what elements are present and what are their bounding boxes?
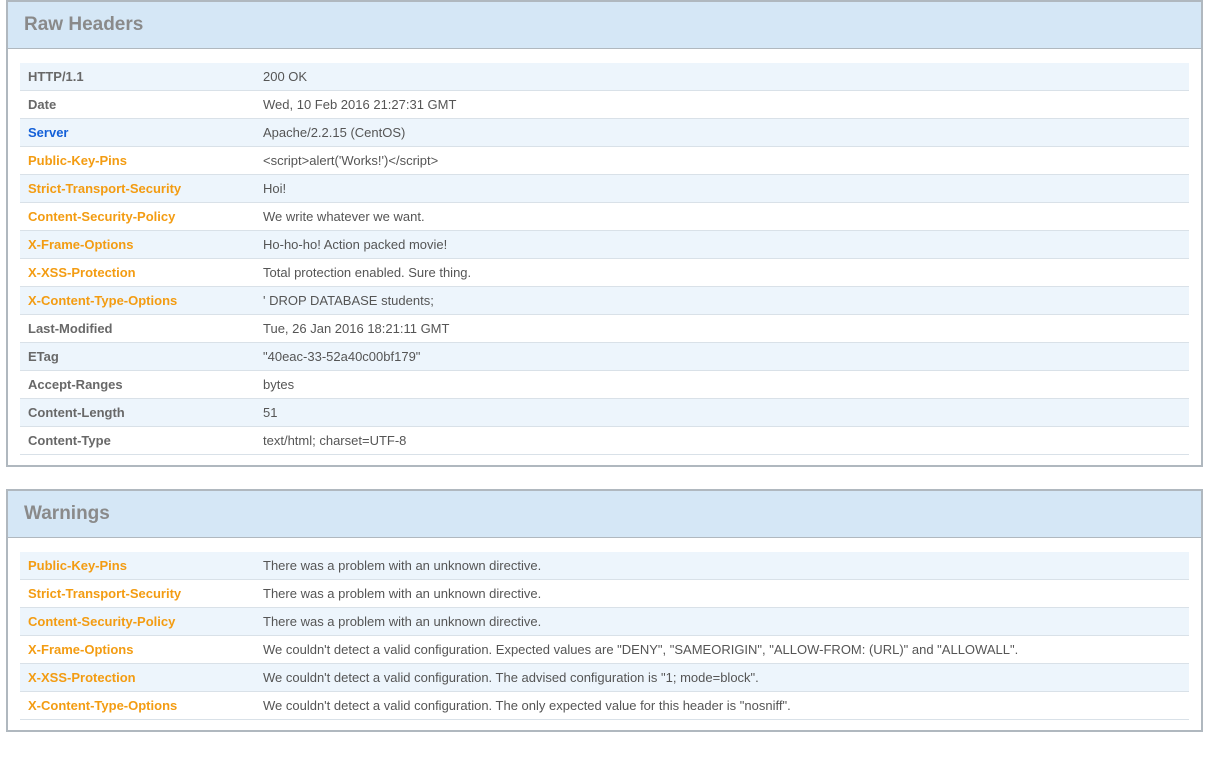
header-value: text/html; charset=UTF-8 xyxy=(255,427,1189,455)
header-value: We couldn't detect a valid configuration… xyxy=(255,664,1189,692)
header-value: Total protection enabled. Sure thing. xyxy=(255,259,1189,287)
header-value: There was a problem with an unknown dire… xyxy=(255,608,1189,636)
raw-headers-panel-body: HTTP/1.1200 OKDateWed, 10 Feb 2016 21:27… xyxy=(8,49,1201,465)
panel-title: Warnings xyxy=(24,503,1185,525)
table-row: ETag"40eac-33-52a40c00bf179" xyxy=(20,343,1189,371)
header-name[interactable]: Strict-Transport-Security xyxy=(20,580,255,608)
warnings-panel: Warnings Public-Key-PinsThere was a prob… xyxy=(6,489,1203,732)
header-value: bytes xyxy=(255,371,1189,399)
header-name: Content-Length xyxy=(20,399,255,427)
panel-title: Raw Headers xyxy=(24,14,1185,36)
table-row: Strict-Transport-SecurityHoi! xyxy=(20,175,1189,203)
raw-headers-panel: Raw Headers HTTP/1.1200 OKDateWed, 10 Fe… xyxy=(6,0,1203,467)
table-row: X-XSS-ProtectionTotal protection enabled… xyxy=(20,259,1189,287)
header-name: Accept-Ranges xyxy=(20,371,255,399)
header-value: <script>alert('Works!')</script> xyxy=(255,147,1189,175)
header-value: "40eac-33-52a40c00bf179" xyxy=(255,343,1189,371)
header-name[interactable]: X-XSS-Protection xyxy=(20,259,255,287)
header-name: Date xyxy=(20,91,255,119)
header-name: Last-Modified xyxy=(20,315,255,343)
raw-headers-panel-header: Raw Headers xyxy=(8,2,1201,49)
header-name[interactable]: X-Frame-Options xyxy=(20,636,255,664)
table-row: Strict-Transport-SecurityThere was a pro… xyxy=(20,580,1189,608)
header-name[interactable]: X-Content-Type-Options xyxy=(20,692,255,720)
header-name[interactable]: X-XSS-Protection xyxy=(20,664,255,692)
header-value: 51 xyxy=(255,399,1189,427)
table-row: Last-ModifiedTue, 26 Jan 2016 18:21:11 G… xyxy=(20,315,1189,343)
header-name[interactable]: Server xyxy=(20,119,255,147)
warnings-panel-body: Public-Key-PinsThere was a problem with … xyxy=(8,538,1201,730)
table-row: Accept-Rangesbytes xyxy=(20,371,1189,399)
header-name: Content-Type xyxy=(20,427,255,455)
table-row: X-Frame-OptionsWe couldn't detect a vali… xyxy=(20,636,1189,664)
table-row: Public-Key-PinsThere was a problem with … xyxy=(20,552,1189,580)
warnings-table: Public-Key-PinsThere was a problem with … xyxy=(20,552,1189,720)
header-name[interactable]: X-Frame-Options xyxy=(20,231,255,259)
header-value: We couldn't detect a valid configuration… xyxy=(255,692,1189,720)
table-row: Content-Length51 xyxy=(20,399,1189,427)
table-row: X-Content-Type-Options' DROP DATABASE st… xyxy=(20,287,1189,315)
table-row: Content-Security-PolicyThere was a probl… xyxy=(20,608,1189,636)
header-name: HTTP/1.1 xyxy=(20,63,255,91)
table-row: Content-Security-PolicyWe write whatever… xyxy=(20,203,1189,231)
table-row: Public-Key-Pins<script>alert('Works!')</… xyxy=(20,147,1189,175)
header-name[interactable]: Strict-Transport-Security xyxy=(20,175,255,203)
header-value: ' DROP DATABASE students; xyxy=(255,287,1189,315)
header-name: ETag xyxy=(20,343,255,371)
raw-headers-table: HTTP/1.1200 OKDateWed, 10 Feb 2016 21:27… xyxy=(20,63,1189,455)
header-value: There was a problem with an unknown dire… xyxy=(255,580,1189,608)
header-name[interactable]: Public-Key-Pins xyxy=(20,552,255,580)
header-value: 200 OK xyxy=(255,63,1189,91)
header-name[interactable]: Content-Security-Policy xyxy=(20,203,255,231)
header-value: Apache/2.2.15 (CentOS) xyxy=(255,119,1189,147)
table-row: X-Frame-OptionsHo-ho-ho! Action packed m… xyxy=(20,231,1189,259)
table-row: Content-Typetext/html; charset=UTF-8 xyxy=(20,427,1189,455)
header-value: There was a problem with an unknown dire… xyxy=(255,552,1189,580)
table-row: ServerApache/2.2.15 (CentOS) xyxy=(20,119,1189,147)
header-name[interactable]: Content-Security-Policy xyxy=(20,608,255,636)
warnings-panel-header: Warnings xyxy=(8,491,1201,538)
header-value: Ho-ho-ho! Action packed movie! xyxy=(255,231,1189,259)
header-name[interactable]: Public-Key-Pins xyxy=(20,147,255,175)
header-value: Tue, 26 Jan 2016 18:21:11 GMT xyxy=(255,315,1189,343)
table-row: HTTP/1.1200 OK xyxy=(20,63,1189,91)
header-name[interactable]: X-Content-Type-Options xyxy=(20,287,255,315)
table-row: X-Content-Type-OptionsWe couldn't detect… xyxy=(20,692,1189,720)
header-value: We write whatever we want. xyxy=(255,203,1189,231)
header-value: Wed, 10 Feb 2016 21:27:31 GMT xyxy=(255,91,1189,119)
table-row: X-XSS-ProtectionWe couldn't detect a val… xyxy=(20,664,1189,692)
table-row: DateWed, 10 Feb 2016 21:27:31 GMT xyxy=(20,91,1189,119)
header-value: Hoi! xyxy=(255,175,1189,203)
header-value: We couldn't detect a valid configuration… xyxy=(255,636,1189,664)
